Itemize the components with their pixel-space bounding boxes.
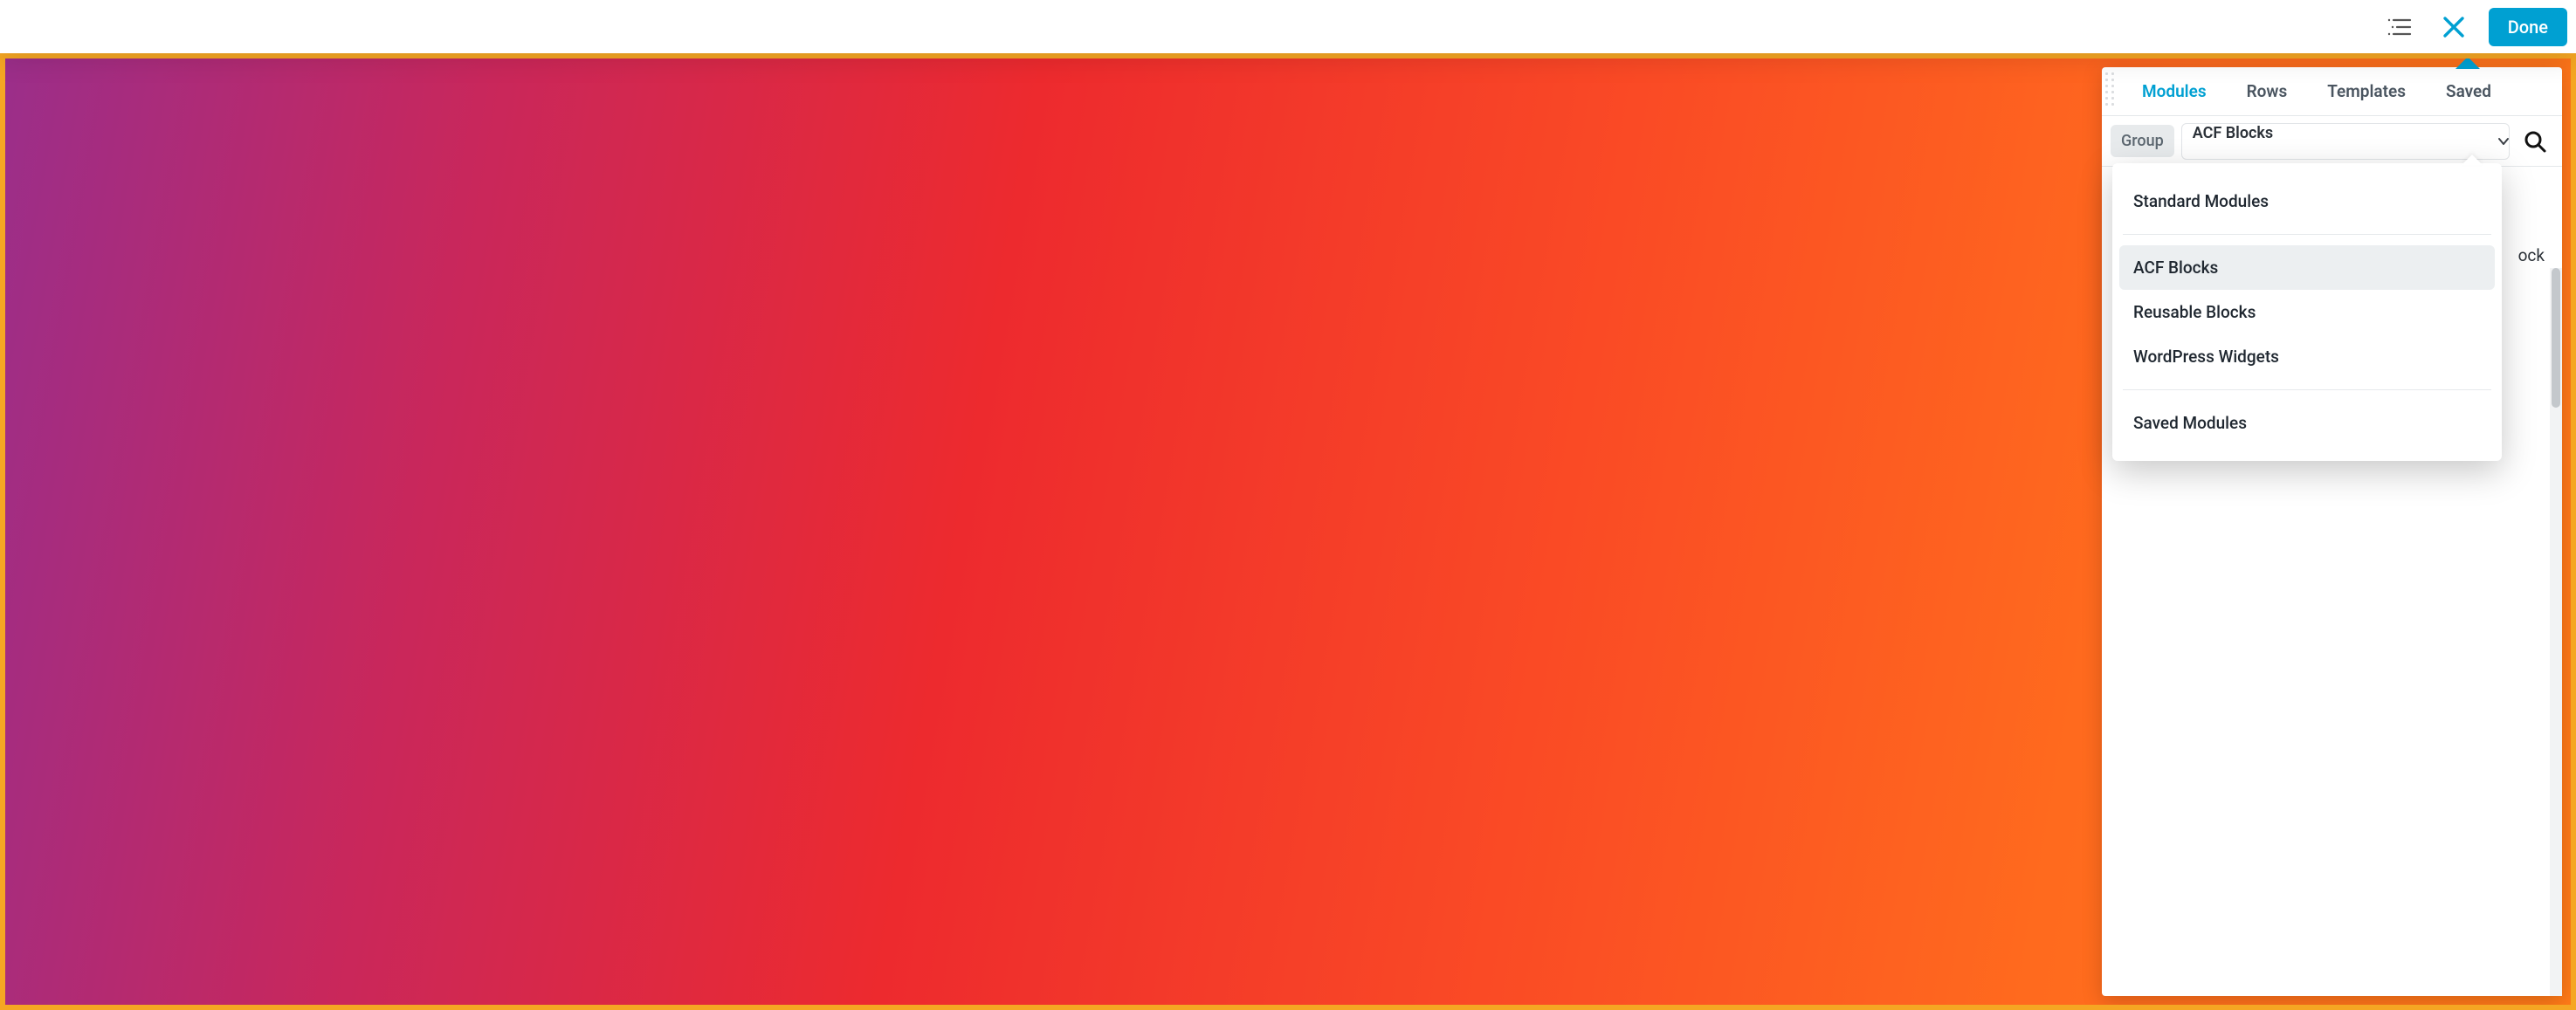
group-filter-row: Group ACF Blocks — [2102, 116, 2562, 167]
dropdown-separator — [2123, 389, 2491, 390]
editor-canvas[interactable]: Modules Rows Templates Saved Group ACF B… — [0, 53, 2576, 1010]
tab-modules[interactable]: Modules — [2142, 81, 2207, 101]
group-option-wordpress-widgets[interactable]: WordPress Widgets — [2119, 334, 2495, 379]
panel-body: ock Standard Modules ACF Blocks Reusable… — [2102, 167, 2562, 996]
panel-scrollbar[interactable] — [2550, 268, 2562, 996]
drag-handle-icon[interactable] — [2105, 72, 2118, 111]
group-option-standard-modules[interactable]: Standard Modules — [2119, 179, 2495, 223]
search-icon[interactable] — [2517, 123, 2553, 160]
topbar: Done — [0, 0, 2576, 53]
group-option-saved-modules[interactable]: Saved Modules — [2119, 401, 2495, 445]
tab-templates[interactable]: Templates — [2327, 81, 2406, 101]
dropdown-separator — [2123, 234, 2491, 235]
content-panel: Modules Rows Templates Saved Group ACF B… — [2102, 67, 2562, 996]
panel-tabs: Modules Rows Templates Saved — [2102, 67, 2562, 116]
tab-rows[interactable]: Rows — [2247, 81, 2288, 101]
done-button[interactable]: Done — [2489, 8, 2567, 46]
group-select[interactable]: ACF Blocks — [2181, 123, 2510, 160]
module-item-partial: ock — [2518, 245, 2545, 265]
group-option-acf-blocks[interactable]: ACF Blocks — [2119, 245, 2495, 290]
tab-saved[interactable]: Saved — [2446, 81, 2491, 101]
outline-tree-icon[interactable] — [2380, 8, 2419, 46]
panel-scrollbar-thumb[interactable] — [2552, 268, 2560, 408]
group-dropdown: Standard Modules ACF Blocks Reusable Blo… — [2112, 163, 2502, 461]
group-selected-value: ACF Blocks — [2193, 124, 2273, 142]
close-icon[interactable] — [2435, 8, 2473, 46]
group-option-reusable-blocks[interactable]: Reusable Blocks — [2119, 290, 2495, 334]
group-chip: Group — [2111, 125, 2174, 157]
